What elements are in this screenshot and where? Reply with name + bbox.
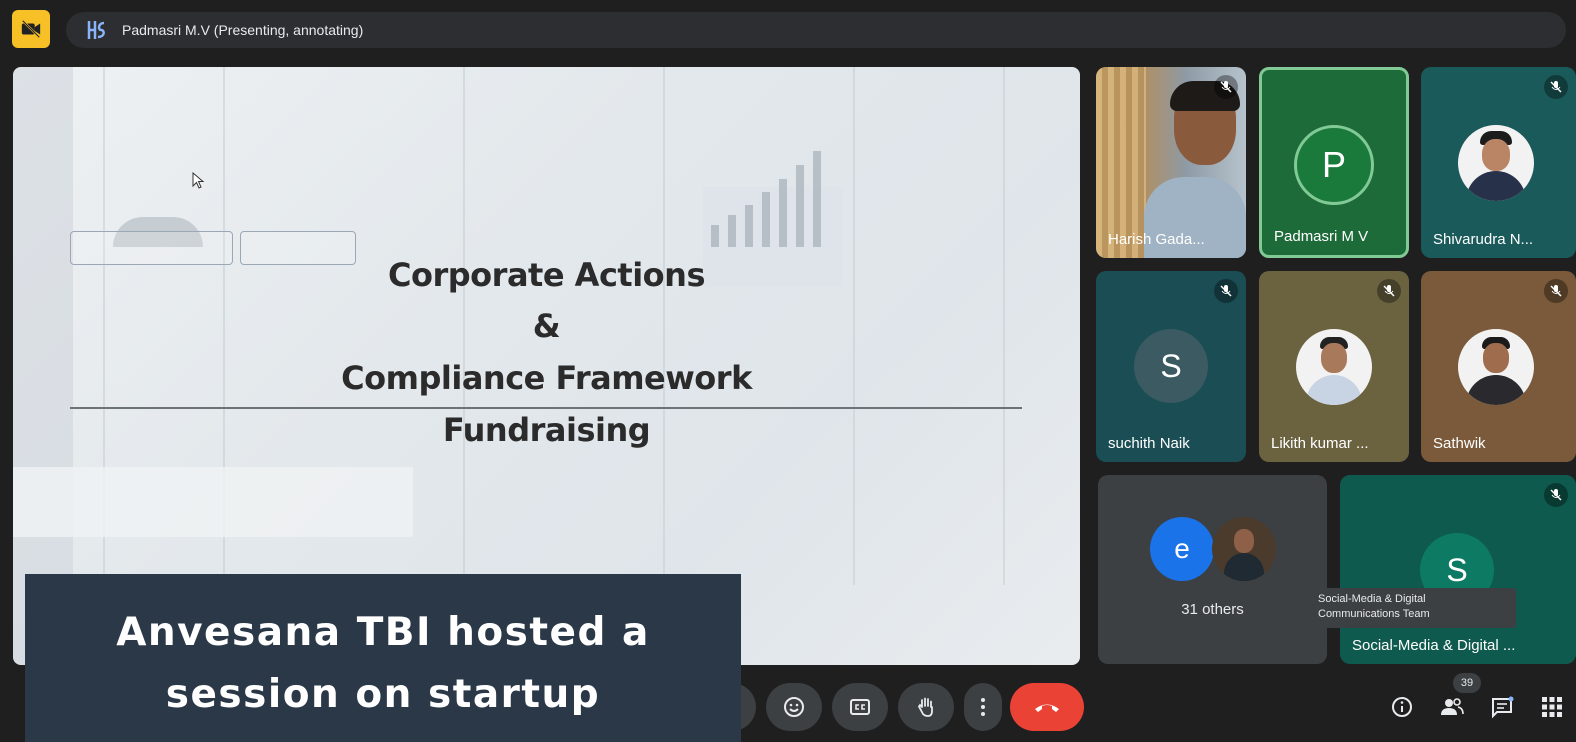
captions-button[interactable] — [832, 683, 888, 731]
avatar — [1296, 329, 1372, 405]
meeting-info-button[interactable] — [1387, 692, 1417, 722]
avatar: P — [1294, 125, 1374, 205]
people-icon — [1441, 698, 1464, 715]
participant-tile[interactable]: Sathwik — [1421, 271, 1576, 462]
mic-off-icon — [1214, 279, 1238, 303]
chat-icon — [1492, 696, 1514, 719]
more-vert-icon — [981, 698, 985, 716]
mic-off-icon — [1544, 483, 1568, 507]
participant-name: Sathwik — [1433, 435, 1486, 452]
slide-title-line: Fundraising — [442, 411, 651, 449]
participant-tile[interactable]: Harish Gada... — [1096, 67, 1246, 258]
cursor-icon — [192, 172, 205, 189]
people-count-badge: 39 — [1453, 673, 1481, 693]
more-options-button[interactable] — [964, 683, 1002, 731]
captions-icon — [850, 699, 870, 715]
mic-off-icon — [1214, 75, 1238, 99]
slide-title-line: Corporate Actions — [388, 256, 705, 294]
mic-off-icon — [1544, 279, 1568, 303]
slide-title-line: & — [532, 307, 561, 345]
info-icon — [1392, 697, 1412, 717]
others-count: 31 others — [1181, 601, 1244, 618]
participant-name: Likith kumar ... — [1271, 435, 1369, 452]
participant-name: suchith Naik — [1108, 435, 1190, 452]
participant-tile[interactable]: S suchith Naik — [1096, 271, 1246, 462]
mic-off-icon — [1377, 279, 1401, 303]
apps-grid-icon — [1542, 697, 1562, 717]
chat-button[interactable] — [1487, 692, 1517, 722]
others-tile[interactable]: e 31 others — [1098, 475, 1327, 664]
name-tooltip: Social-Media & Digital Communications Te… — [1312, 588, 1516, 628]
emoji-button[interactable] — [766, 683, 822, 731]
camera-off-icon — [21, 19, 41, 39]
activities-button[interactable] — [1537, 692, 1567, 722]
avatar — [1212, 517, 1276, 581]
raise-hand-icon — [917, 697, 933, 717]
participant-tile[interactable]: Shivarudra N... — [1421, 67, 1576, 258]
participant-name: Social-Media & Digital ... — [1352, 637, 1516, 654]
presentation-bar: Padmasri M.V (Presenting, annotating) — [66, 12, 1566, 48]
participant-tile[interactable]: S Social-Media & Digital ... — [1340, 475, 1576, 664]
mic-off-icon — [1544, 75, 1568, 99]
slide-title-line: Compliance Framework — [341, 359, 752, 397]
participant-name: Padmasri M V — [1274, 228, 1369, 245]
avatar — [1458, 329, 1534, 405]
leave-call-button[interactable] — [1010, 683, 1084, 731]
caption-overlay: Anvesana TBI hosted a session on startup — [25, 574, 741, 742]
overlay-line: Anvesana TBI hosted a — [116, 610, 650, 655]
background-chart-graphic — [711, 147, 831, 247]
participant-name: Shivarudra N... — [1433, 231, 1534, 248]
presenter-logo-icon — [82, 16, 110, 44]
participant-tile[interactable]: Likith kumar ... — [1259, 271, 1409, 462]
hang-up-icon — [1035, 704, 1059, 712]
emoji-icon — [784, 697, 804, 717]
raise-hand-button[interactable] — [898, 683, 954, 731]
slide-divider — [70, 407, 1022, 409]
avatar — [1458, 125, 1534, 201]
avatar: S — [1134, 329, 1208, 403]
camera-off-button[interactable] — [12, 10, 50, 48]
presenter-label: Padmasri M.V (Presenting, annotating) — [122, 22, 364, 38]
overlay-line: session on startup — [165, 672, 601, 717]
avatar: e — [1150, 517, 1214, 581]
participant-tile-speaking[interactable]: P Padmasri M V — [1259, 67, 1409, 258]
participant-name: Harish Gada... — [1108, 231, 1205, 248]
people-button[interactable] — [1437, 692, 1467, 722]
